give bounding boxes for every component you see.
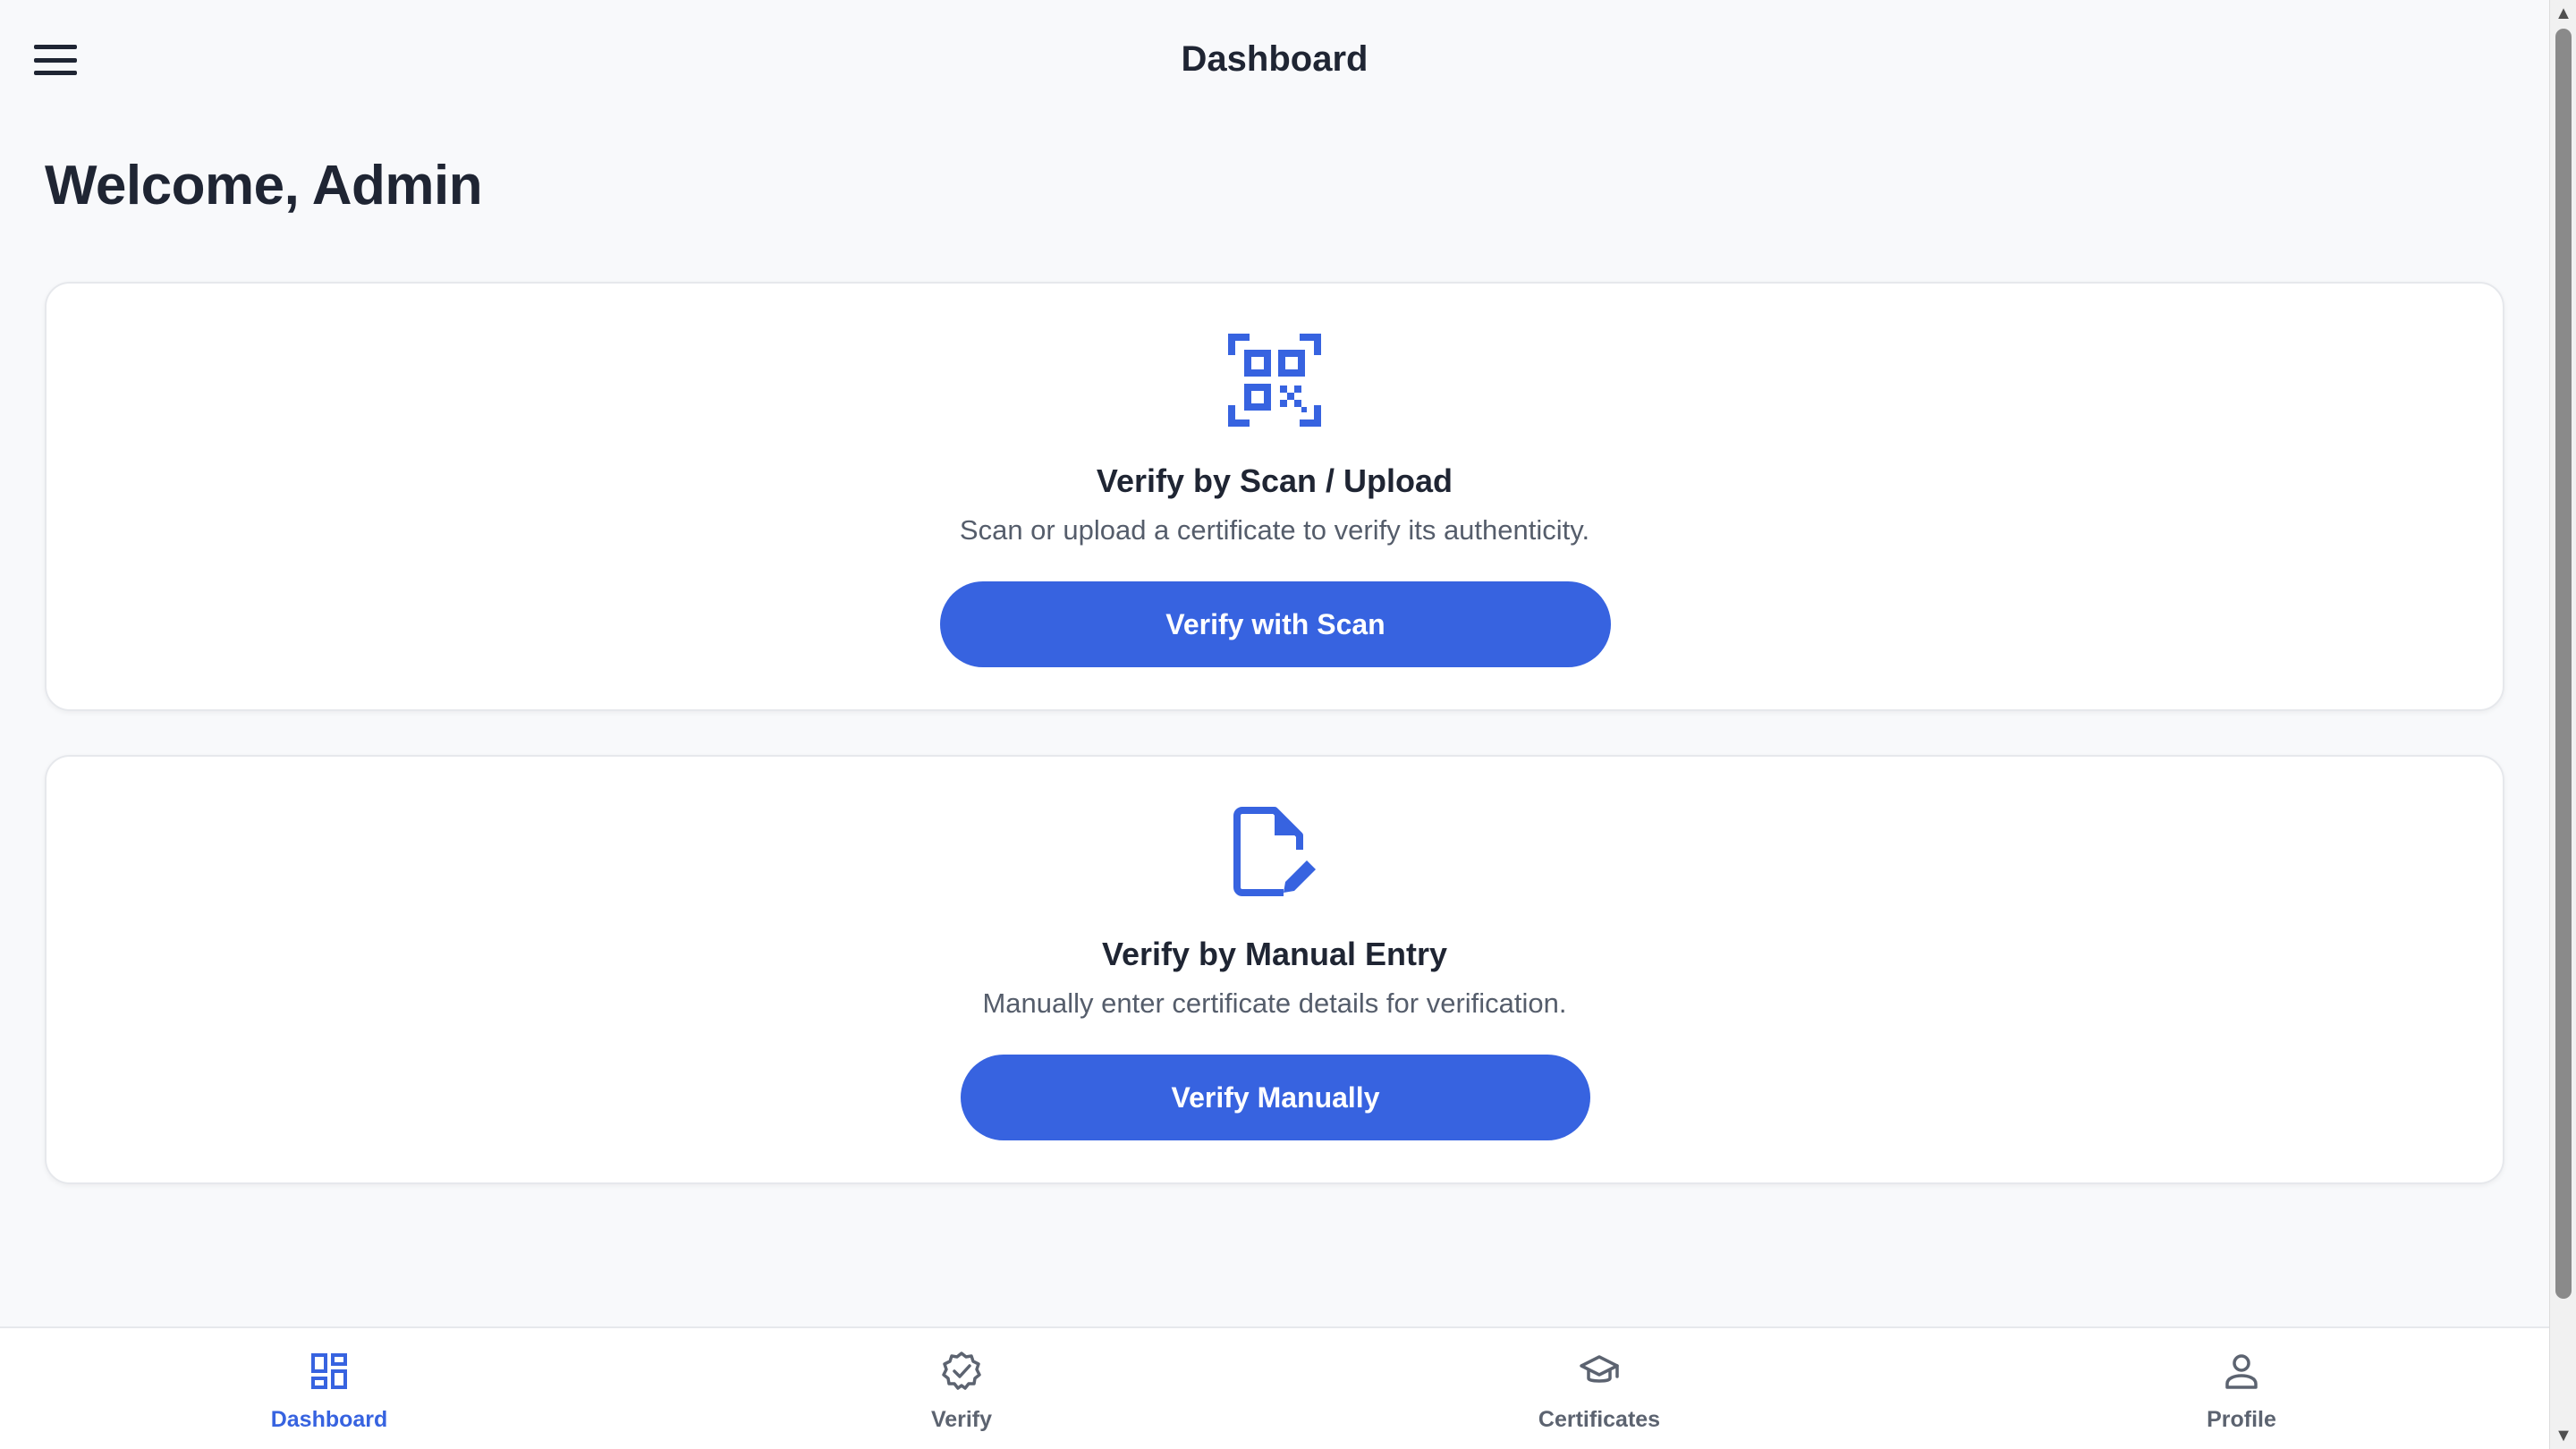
card-title: Verify by Scan / Upload: [1096, 462, 1453, 499]
nav-label: Dashboard: [270, 1407, 388, 1432]
welcome-heading: Welcome, Admin: [45, 155, 483, 216]
nav-item-verify[interactable]: Verify: [827, 1328, 1096, 1449]
scroll-up-arrow-icon[interactable]: ▲: [2550, 0, 2576, 27]
verify-scan-card: Verify by Scan / Upload Scan or upload a…: [45, 282, 2504, 711]
vertical-scrollbar[interactable]: ▲ ▼: [2549, 0, 2576, 1449]
nav-item-certificates[interactable]: Certificates: [1465, 1328, 1733, 1449]
bottom-navigation: Dashboard Verify Certificates Profile: [0, 1326, 2549, 1449]
nav-label: Verify: [930, 1407, 993, 1432]
scroll-down-arrow-icon[interactable]: ▼: [2550, 1422, 2576, 1449]
verify-with-scan-button[interactable]: Verify with Scan: [940, 581, 1611, 667]
scrollbar-thumb[interactable]: [2555, 29, 2572, 1299]
top-bar: Dashboard: [0, 0, 2549, 125]
verify-manually-button[interactable]: Verify Manually: [961, 1055, 1590, 1140]
nav-item-profile[interactable]: Profile: [2107, 1328, 2376, 1449]
card-title: Verify by Manual Entry: [1101, 936, 1448, 972]
verified-badge-icon: [942, 1352, 981, 1390]
page-title: Dashboard: [1181, 39, 1368, 79]
app-root: Dashboard Welcome, Admin Verify by Scan …: [0, 0, 2576, 1449]
nav-label: Profile: [2207, 1407, 2276, 1432]
dashboard-grid-icon: [311, 1353, 347, 1389]
nav-label: Certificates: [1538, 1407, 1661, 1432]
graduation-cap-icon: [1580, 1355, 1619, 1383]
nav-item-dashboard[interactable]: Dashboard: [195, 1328, 463, 1449]
person-icon: [2225, 1354, 2258, 1389]
qr-scan-icon: [1228, 334, 1321, 427]
document-edit-icon: [1233, 807, 1316, 896]
card-description: Manually enter certificate details for v…: [982, 987, 1567, 1019]
verify-manual-card: Verify by Manual Entry Manually enter ce…: [45, 755, 2504, 1184]
card-description: Scan or upload a certificate to verify i…: [959, 514, 1590, 546]
